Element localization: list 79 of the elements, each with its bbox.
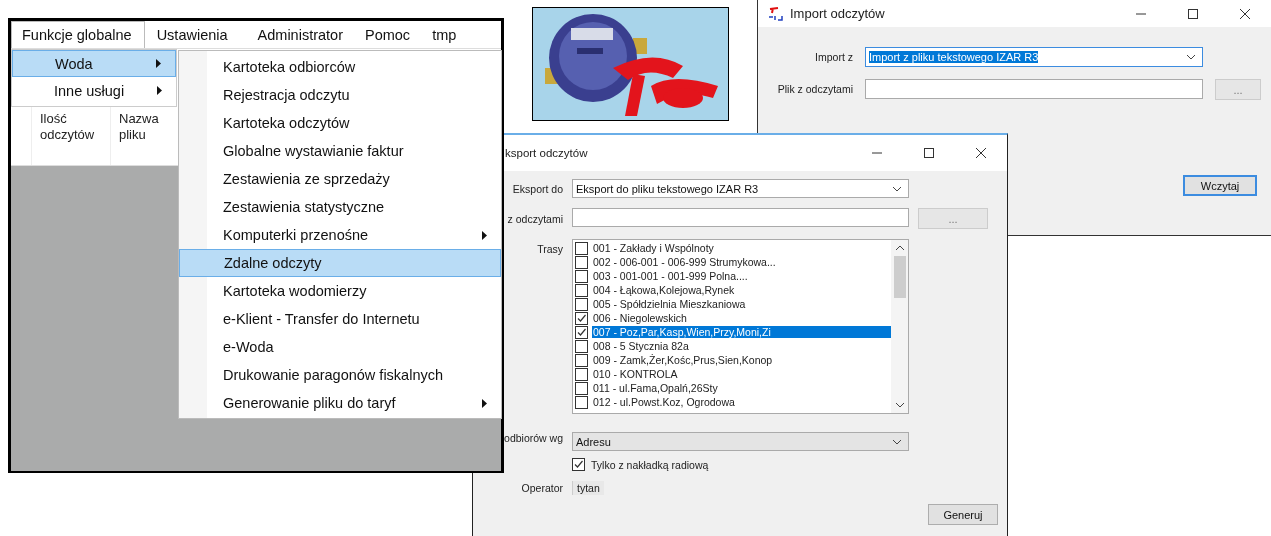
field-label: Plik z odczytami: [776, 82, 853, 95]
field-label: z odczytami: [506, 212, 563, 225]
close-icon[interactable]: [975, 147, 987, 159]
checkbox[interactable]: [575, 241, 588, 255]
menu-item[interactable]: Zestawienia ze sprzedaży: [179, 165, 501, 193]
route-item[interactable]: 008 - 5 Stycznia 82a: [592, 340, 891, 352]
route-item[interactable]: 002 - 006-001 - 006-999 Strumykowa...: [592, 256, 891, 268]
chevron-down-icon: [892, 438, 902, 445]
maximize-icon[interactable]: [923, 147, 935, 159]
route-item[interactable]: 006 - Niegolewskich: [592, 312, 891, 324]
checkbox[interactable]: [575, 395, 588, 409]
checkbox[interactable]: [575, 339, 588, 353]
scrollbar-thumb[interactable]: [893, 256, 906, 298]
generate-button[interactable]: Generuj: [928, 504, 998, 525]
dropdown-value: Import z pliku tekstowego IZAR R3: [869, 51, 1039, 63]
checkbox[interactable]: [575, 297, 588, 311]
checkbox[interactable]: [572, 458, 585, 471]
menu-item[interactable]: Funkcje globalne: [11, 21, 145, 48]
checkbox[interactable]: [575, 353, 588, 367]
checkbox[interactable]: [575, 325, 588, 339]
menu-item[interactable]: tmp: [422, 21, 469, 48]
scroll-up-icon[interactable]: [894, 245, 905, 251]
menu-item[interactable]: Administrator: [247, 21, 355, 48]
checkbox[interactable]: [575, 381, 588, 395]
route-item[interactable]: 004 - Łąkowa,Kolejowa,Rynek: [592, 284, 891, 296]
route-item[interactable]: 001 - Zakłady i Wspólnoty: [592, 242, 891, 254]
sort-dropdown[interactable]: Adresu: [572, 432, 909, 451]
route-item[interactable]: 011 - ul.Fama,Opalń,26Sty: [592, 382, 891, 394]
import-source-dropdown[interactable]: Import z pliku tekstowego IZAR R3: [865, 47, 1203, 67]
column-header: Nazwa pliku: [118, 110, 160, 144]
field-label: Eksport do: [511, 182, 563, 195]
menu-item[interactable]: Komputerki przenośne: [179, 221, 501, 249]
menu-item[interactable]: Kartoteka odbiorców: [179, 53, 501, 81]
menu-item[interactable]: Kartoteka wodomierzy: [179, 277, 501, 305]
field-label: Import z: [814, 51, 853, 63]
menu-item[interactable]: Pomoc: [355, 21, 423, 48]
route-item[interactable]: 010 - KONTROLA: [592, 368, 891, 380]
chevron-down-icon: [1186, 54, 1196, 60]
menu-item[interactable]: Inne usługi: [12, 77, 176, 104]
menu-item[interactable]: Kartoteka odczytów: [179, 109, 501, 137]
close-icon[interactable]: [1239, 7, 1251, 20]
menu-item[interactable]: Generowanie pliku do taryf: [179, 389, 501, 417]
route-item[interactable]: 005 - Spółdzielnia Mieszkaniowa: [592, 298, 891, 310]
menu-item[interactable]: Zestawienia statystyczne: [179, 193, 501, 221]
route-item[interactable]: 007 - Poz,Par,Kasp,Wien,Przy,Moni,Zi: [592, 326, 891, 338]
menu-item[interactable]: Drukowanie paragonów fiskalnych: [179, 361, 501, 389]
app-icon: [768, 6, 784, 21]
menu-item[interactable]: Woda: [12, 50, 176, 77]
checkbox[interactable]: [575, 367, 588, 381]
menu-item[interactable]: e-Woda: [179, 333, 501, 361]
browse-button[interactable]: ...: [1215, 79, 1261, 100]
checkbox[interactable]: [575, 255, 588, 269]
route-item[interactable]: 009 - Zamk,Żer,Kośc,Prus,Sien,Konop: [592, 354, 891, 366]
scroll-down-icon[interactable]: [894, 402, 905, 408]
file-field[interactable]: [865, 79, 1203, 99]
checkbox[interactable]: [575, 269, 588, 283]
menu-item[interactable]: Ustawienia: [144, 21, 248, 48]
scrollbar[interactable]: [891, 240, 908, 413]
maximize-icon[interactable]: [1187, 7, 1199, 20]
menu-item[interactable]: Zdalne odczyty: [179, 249, 501, 277]
checkbox[interactable]: [575, 283, 588, 297]
route-item[interactable]: 003 - 001-001 - 001-999 Polna....: [592, 270, 891, 282]
menu-item[interactable]: Globalne wystawianie faktur: [179, 137, 501, 165]
field-label: Trasy: [536, 242, 563, 255]
window-title: ksport odczytów: [505, 147, 588, 159]
checkbox-label: Tylko z nakładką radiową: [591, 458, 709, 471]
checkbox[interactable]: [575, 311, 588, 325]
export-target-dropdown[interactable]: Eksport do pliku tekstowego IZAR R3: [572, 179, 909, 198]
file-field[interactable]: [572, 208, 909, 227]
field-label: Operator: [520, 482, 563, 494]
menu-item[interactable]: Rejestracja odczytu: [179, 81, 501, 109]
menu-item[interactable]: e-Klient - Transfer do Internetu: [179, 305, 501, 333]
chevron-down-icon: [892, 185, 902, 192]
operator-field: tytan: [572, 481, 604, 495]
route-item[interactable]: 012 - ul.Powst.Koz, Ogrodowa: [592, 396, 891, 408]
window-title: Import odczytów: [790, 6, 885, 21]
field-label: odbiorów wg: [503, 431, 563, 444]
browse-button[interactable]: ...: [918, 208, 988, 229]
load-button[interactable]: Wczytaj: [1183, 175, 1257, 196]
